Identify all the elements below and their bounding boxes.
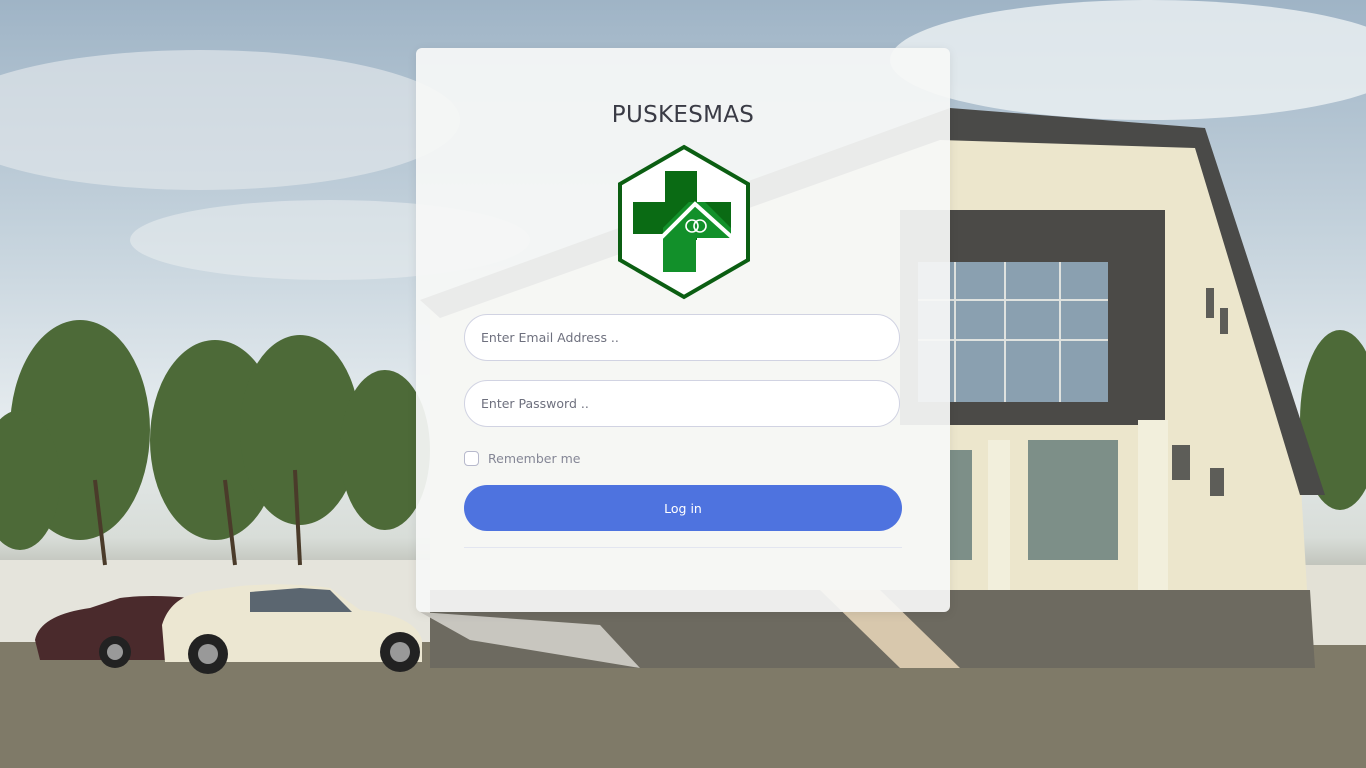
page-title: PUSKESMAS [611, 102, 755, 128]
divider [464, 547, 902, 548]
login-card: PUSKESMAS Remember me Log in [416, 48, 950, 612]
puskesmas-logo-icon [618, 144, 750, 300]
password-field[interactable] [464, 380, 900, 427]
remember-me-label: Remember me [488, 450, 581, 466]
email-field[interactable] [464, 314, 900, 361]
remember-me-checkbox[interactable]: Remember me [464, 449, 580, 467]
login-button[interactable]: Log in [464, 485, 902, 531]
checkbox-box[interactable] [464, 450, 479, 466]
